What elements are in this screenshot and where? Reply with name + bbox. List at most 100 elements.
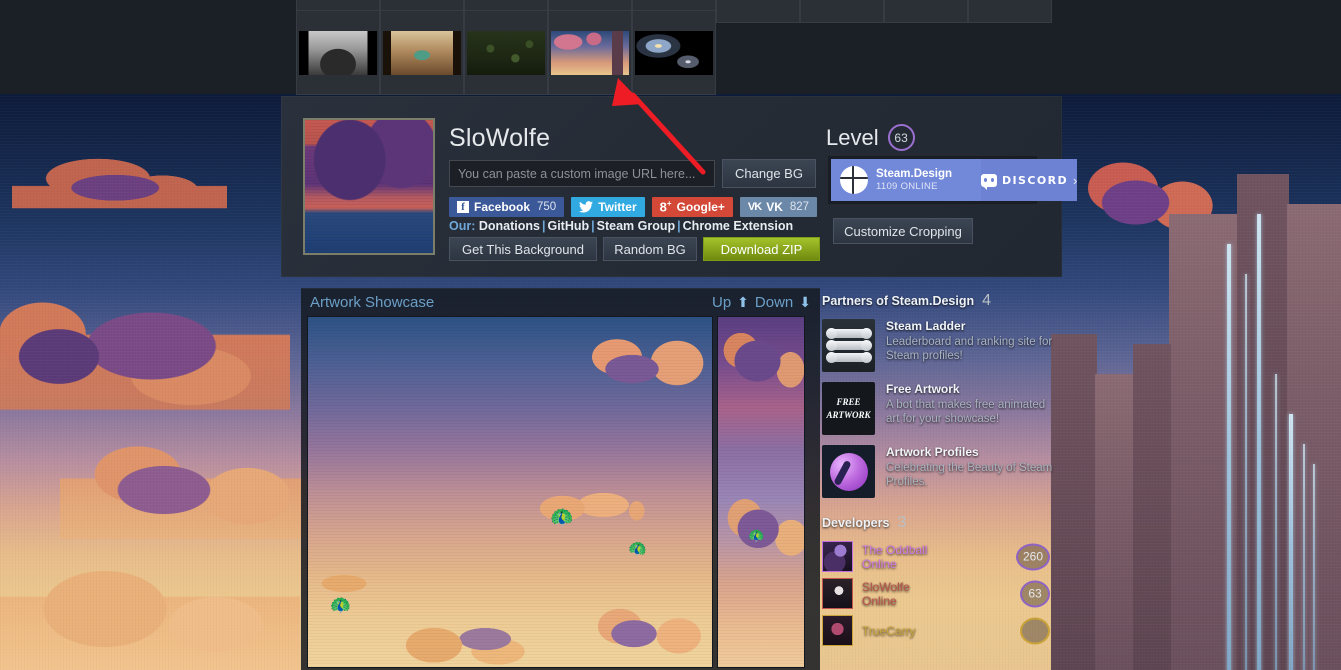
- thumbnail-cell[interactable]: [884, 0, 968, 23]
- change-bg-button[interactable]: Change BG: [722, 159, 816, 188]
- pixel-cloud: [308, 567, 388, 597]
- bird-silhouette: 🦚: [329, 595, 352, 616]
- partner-artwork-profiles[interactable]: Artwork Profiles Celebrating the Beauty …: [822, 445, 1058, 498]
- developer-name: TrueCarry: [862, 623, 916, 638]
- page-root: SloWolfe Change BG f Facebook 750 Twitte…: [0, 0, 1341, 670]
- partner-description: Leaderboard and ranking site for Steam p…: [886, 336, 1053, 362]
- pixel-cloud: [386, 613, 546, 667]
- discord-server-info: Steam.Design 1109 ONLINE: [831, 159, 981, 201]
- discord-join-cta[interactable]: DISCORD ›: [981, 159, 1078, 201]
- pixel-cloud: [718, 482, 804, 572]
- pixel-cloud: [60, 424, 320, 544]
- avatar: [822, 615, 853, 646]
- partner-title: Free Artwork: [886, 382, 960, 396]
- artwork-profiles-icon: [822, 445, 875, 498]
- thumbnail-row: [296, 10, 716, 95]
- partners-heading: Partners of Steam.Design 4: [822, 292, 1058, 310]
- bird-silhouette: 🦚: [626, 539, 648, 560]
- chevron-right-icon: ›: [1072, 172, 1078, 188]
- steam-ladder-icon: [822, 319, 875, 372]
- developers-title: Developers: [822, 516, 890, 530]
- partner-title: Artwork Profiles: [886, 445, 979, 459]
- thumbnail-forest-map[interactable]: [464, 10, 548, 95]
- partners-count: 4: [982, 292, 992, 309]
- vk-label: VK: [766, 200, 783, 214]
- vk-share-button[interactable]: VK VK 827: [739, 197, 818, 217]
- download-zip-button[interactable]: Download ZIP: [703, 237, 820, 261]
- twitter-share-button[interactable]: Twitter: [571, 197, 645, 217]
- vk-icon: VK: [747, 201, 762, 213]
- right-sidebar: Partners of Steam.Design 4 Steam Ladder …: [822, 292, 1058, 670]
- discord-widget[interactable]: Steam.Design 1109 ONLINE DISCORD ›: [828, 156, 1078, 204]
- artwork-side-image[interactable]: 🦚: [717, 316, 805, 668]
- artwork-showcase-panel: Artwork Showcase Up ⬆ Down ⬇ 🦚 🦚 🦚 🦚: [301, 288, 820, 670]
- customize-cropping-button[interactable]: Customize Cropping: [833, 218, 973, 244]
- background-preview-image: [305, 120, 433, 253]
- partner-steam-ladder[interactable]: Steam Ladder Leaderboard and ranking sit…: [822, 319, 1058, 372]
- facebook-share-button[interactable]: f Facebook 750: [449, 197, 565, 217]
- pixel-cloud: [524, 482, 652, 530]
- developer-name: SloWolfe: [862, 579, 910, 594]
- get-this-background-button[interactable]: Get This Background: [449, 237, 597, 261]
- bird-silhouette: 🦚: [548, 506, 575, 531]
- background-preview-thumbnail[interactable]: [303, 118, 435, 255]
- discord-icon: [981, 173, 997, 190]
- custom-image-url-input[interactable]: [449, 160, 715, 187]
- developer-level-badge: [1020, 617, 1050, 644]
- thumbnail-galaxies[interactable]: [632, 10, 716, 95]
- thumbnail-image: [467, 30, 545, 75]
- twitter-icon: [579, 201, 594, 213]
- profile-header-panel: SloWolfe Change BG f Facebook 750 Twitte…: [281, 96, 1078, 277]
- thumbnail-interior-dark-room[interactable]: [296, 10, 380, 95]
- artwork-showcase-header: Artwork Showcase Up ⬆ Down ⬇: [301, 289, 820, 316]
- chrome-extension-link[interactable]: Chrome Extension: [683, 219, 793, 233]
- our-links-row: Our: Donations | GitHub | Steam Group | Chrome…: [449, 219, 794, 233]
- developer-row[interactable]: SloWolfe Online 63: [822, 578, 1058, 609]
- twitter-label: Twitter: [598, 200, 637, 214]
- artwork-showcase-nav: Up ⬆ Down ⬇: [712, 294, 811, 311]
- thumbnail-cell[interactable]: [716, 0, 800, 23]
- artwork-main-image[interactable]: 🦚 🦚 🦚: [307, 316, 713, 668]
- free-artwork-icon-line1: FREE: [836, 396, 861, 407]
- level-badge: 63: [887, 124, 915, 151]
- partner-free-artwork[interactable]: FREE ARTWORK Free Artwork A bot that mak…: [822, 382, 1058, 435]
- avatar: [822, 578, 853, 609]
- thumbnail-cell[interactable]: [800, 0, 884, 23]
- partner-description: A bot that makes free animated art for y…: [886, 399, 1046, 425]
- artwork-showcase-title: Artwork Showcase: [310, 294, 435, 311]
- partner-description: Celebrating the Beauty of Steam Profiles…: [886, 462, 1053, 488]
- thumbnail-pixel-sunset-cliff[interactable]: [548, 10, 632, 95]
- github-link[interactable]: GitHub: [547, 219, 589, 233]
- discord-brand-label: DISCORD: [1002, 173, 1068, 187]
- pixel-cloud: [718, 317, 804, 405]
- developer-row[interactable]: TrueCarry: [822, 615, 1058, 646]
- artwork-showcase-body: 🦚 🦚 🦚 🦚: [301, 316, 820, 668]
- free-artwork-icon-line2: ARTWORK: [826, 409, 871, 420]
- random-bg-button[interactable]: Random BG: [603, 237, 697, 261]
- developers-count: 3: [897, 514, 907, 531]
- down-label[interactable]: Down: [755, 294, 793, 311]
- facebook-label: Facebook: [474, 200, 531, 214]
- up-label[interactable]: Up: [712, 294, 731, 311]
- google-plus-label: Google+: [676, 200, 725, 214]
- arrow-up-icon[interactable]: ⬆: [737, 294, 749, 311]
- thumbnail-cell[interactable]: [968, 0, 1052, 23]
- thumbnail-strip: [0, 0, 1341, 95]
- google-plus-share-button[interactable]: 8+ Google+: [651, 197, 733, 217]
- thumbnail-image: [383, 30, 461, 75]
- pixel-cloud: [578, 593, 712, 667]
- arrow-down-icon[interactable]: ⬇: [799, 294, 811, 311]
- level-label: Level: [826, 124, 879, 150]
- bird-silhouette: 🦚: [748, 528, 765, 543]
- level-display: Level 63: [826, 124, 915, 151]
- thumbnail-interior-warm-room[interactable]: [380, 10, 464, 95]
- steam-group-link[interactable]: Steam Group: [597, 219, 676, 233]
- donations-link[interactable]: Donations: [479, 219, 540, 233]
- social-buttons: f Facebook 750 Twitter 8+ Google+ VK VK …: [449, 197, 818, 217]
- steam-design-logo-icon: [840, 166, 868, 194]
- avatar: [822, 541, 853, 572]
- discord-server-name: Steam.Design: [876, 167, 953, 180]
- page-title: SloWolfe: [449, 124, 551, 152]
- thumbnail-image: [635, 30, 713, 75]
- developer-row[interactable]: The Oddball Online 260: [822, 541, 1058, 572]
